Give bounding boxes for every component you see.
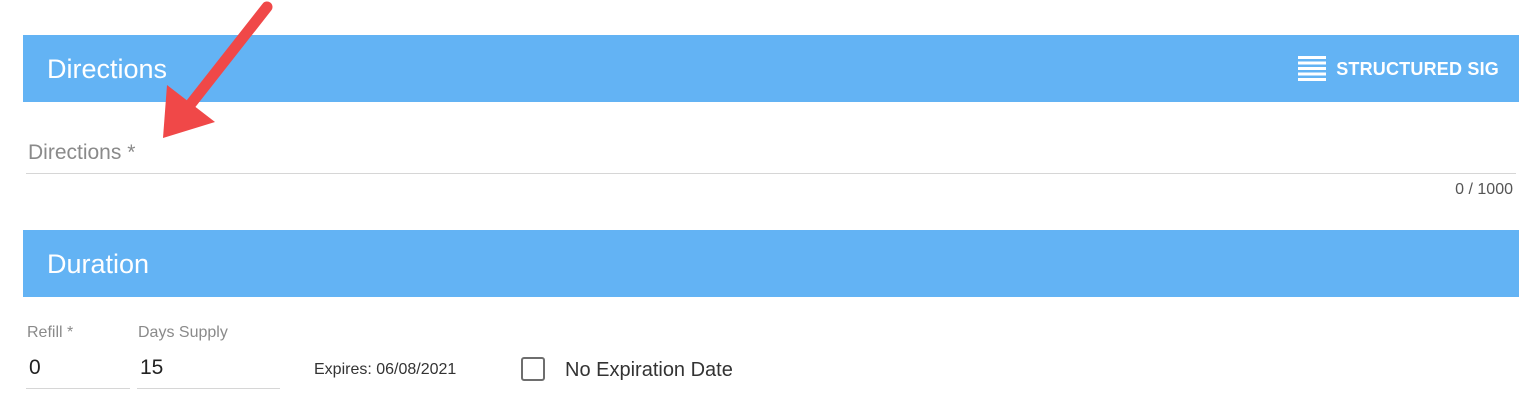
expires-date-text: Expires: 06/08/2021 [314,361,457,378]
directions-input[interactable]: Directions * [26,130,1516,174]
character-counter: 0 / 1000 [1455,181,1513,198]
duration-title: Duration [47,249,150,279]
structured-sig-button[interactable]: STRUCTURED SIG [1298,55,1499,83]
days-supply-label: Days Supply [138,324,228,341]
structured-sig-label: STRUCTURED SIG [1336,58,1499,79]
no-expiration-label[interactable]: No Expiration Date [565,359,733,382]
refill-input[interactable]: 0 [26,352,130,389]
directions-placeholder: Directions * [28,141,136,164]
days-supply-value: 15 [140,356,164,379]
refill-label: Refill * [27,324,74,341]
days-supply-input[interactable]: 15 [137,352,280,389]
duration-header: Duration [23,230,1519,297]
refill-value: 0 [29,356,41,379]
directions-header: Directions STRUCTURED SIG [23,35,1519,102]
no-expiration-checkbox[interactable] [521,357,545,381]
list-lines-icon [1298,56,1327,81]
directions-title: Directions [47,54,168,84]
